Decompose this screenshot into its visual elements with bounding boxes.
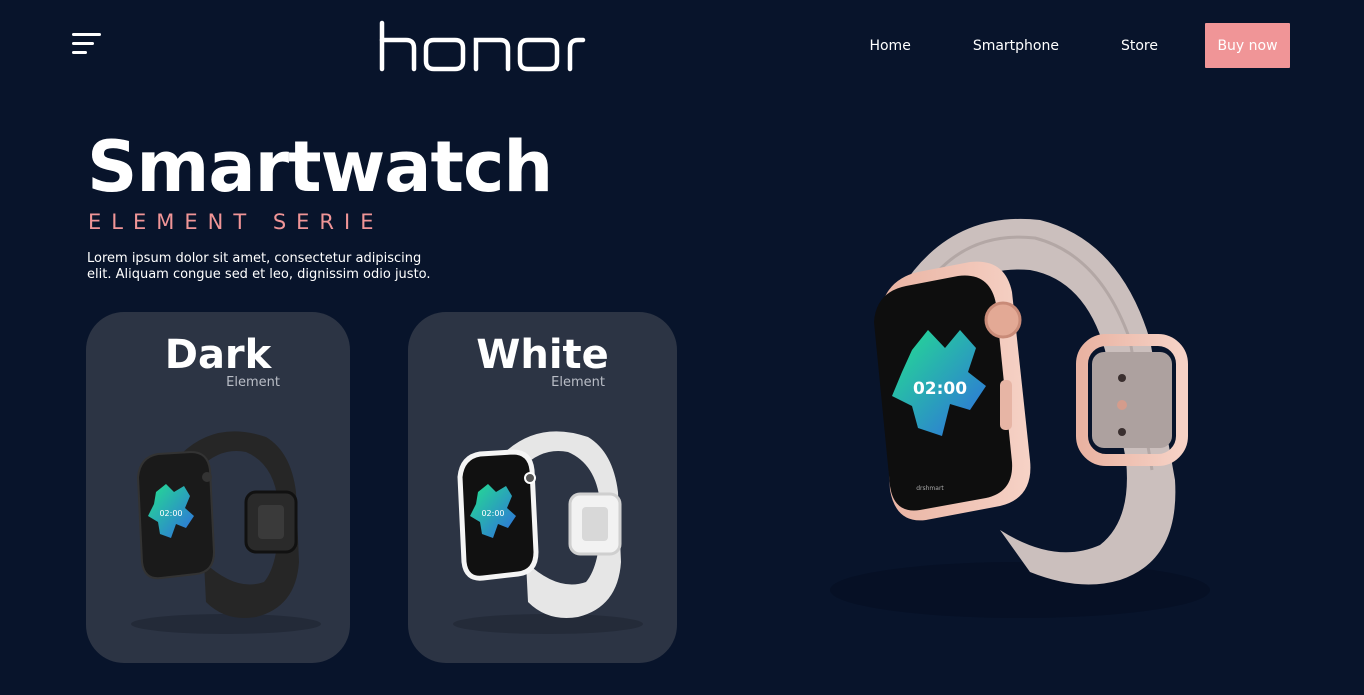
watch-time: 02:00 <box>159 509 182 518</box>
variant-label: Element <box>226 375 280 390</box>
watch-time: 02:00 <box>913 379 967 399</box>
variant-card-dark[interactable]: Dark Element 02:00 <box>86 312 350 663</box>
variant-label: Element <box>551 375 605 390</box>
menu-line <box>72 42 94 45</box>
hero-subtitle: ELEMENT SERIE <box>88 210 384 234</box>
variant-title: White <box>476 332 609 378</box>
honor-logo[interactable] <box>378 20 586 72</box>
hero-description: Lorem ipsum dolor sit amet, consectetur … <box>87 251 431 282</box>
variant-card-white[interactable]: White Element 02:00 <box>408 312 677 663</box>
nav-store[interactable]: Store <box>1121 38 1158 54</box>
menu-line <box>72 51 87 54</box>
dark-watch-image: 02:00 <box>131 431 321 634</box>
hero-watch-image: 02:00 drshmart <box>830 218 1210 618</box>
nav-smartphone[interactable]: Smartphone <box>973 38 1059 54</box>
main-nav: Home Smartphone Store Buy now <box>869 23 1290 68</box>
hero-title: Smartwatch <box>87 126 553 208</box>
watch-time: 02:00 <box>481 509 504 518</box>
menu-line <box>72 33 101 36</box>
watch-brand: drshmart <box>916 485 944 492</box>
variant-title: Dark <box>164 332 272 378</box>
nav-home[interactable]: Home <box>869 38 910 54</box>
white-watch-image: 02:00 <box>453 431 643 634</box>
buy-now-button[interactable]: Buy now <box>1205 23 1290 68</box>
hamburger-menu-icon[interactable] <box>72 33 102 57</box>
